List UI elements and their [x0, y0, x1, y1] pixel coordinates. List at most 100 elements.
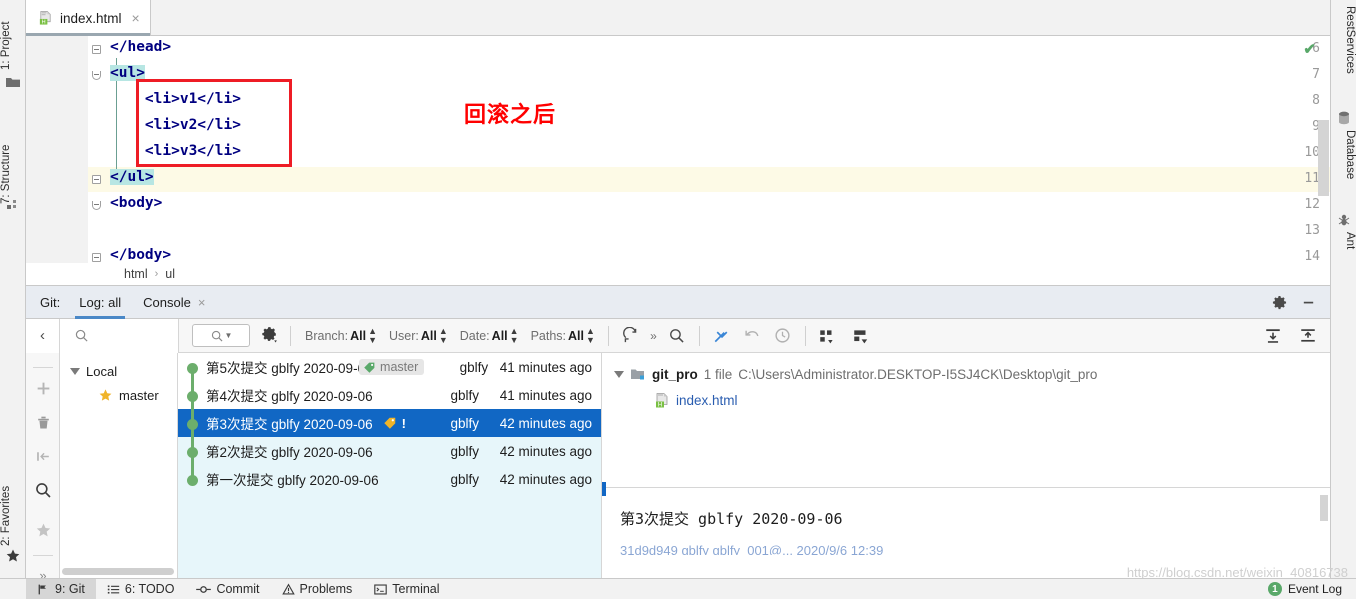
table-row[interactable]: 第3次提交 gblfy 2020-09-06 ! gblfy 42 minute… — [178, 409, 601, 437]
status-bar-item-commit-label: Commit — [216, 582, 260, 596]
status-bar-item-commit[interactable]: Commit — [185, 579, 270, 599]
repo-path: C:\Users\Administrator.DESKTOP-I5SJ4CK\D… — [738, 366, 1098, 382]
branch-filter-panel: » Local master — [26, 353, 178, 583]
code-line-6: </head> — [110, 39, 171, 55]
gear-icon[interactable] — [1272, 295, 1287, 310]
details-layout-button[interactable] — [852, 326, 871, 345]
favorite-button[interactable] — [26, 515, 60, 545]
fold-marker[interactable] — [92, 175, 101, 184]
table-row[interactable]: 第一次提交 gblfy 2020-09-06 gblfy 42 minutes … — [178, 465, 601, 493]
sidebar-item-structure[interactable]: 7: Structure — [0, 122, 26, 204]
tree-node-file[interactable]: H index.html — [654, 392, 738, 409]
refresh-button[interactable] — [621, 326, 640, 345]
tree-node-repository[interactable]: git_pro 1 file C:\Users\Administrator.DE… — [614, 366, 1097, 382]
filter-date[interactable]: Date: All ▲ ▼ — [460, 326, 519, 345]
commit-list-empty-area — [178, 493, 601, 578]
tag-ref-badge[interactable]: ! — [383, 416, 412, 431]
filter-paths[interactable]: Paths: All ▲ ▼ — [531, 326, 595, 345]
filter-settings-button[interactable] — [262, 326, 279, 346]
sidebar-item-project[interactable]: 1: Project — [0, 4, 26, 70]
branch-panel-hscrollbar[interactable] — [62, 568, 174, 575]
minimize-icon[interactable] — [1301, 295, 1316, 310]
code-text: </body> — [110, 247, 172, 263]
divider — [33, 555, 53, 556]
commit-date: 41 minutes ago — [499, 387, 592, 403]
caret-line-highlight — [88, 167, 1330, 192]
triangle-down-icon — [70, 368, 80, 375]
status-bar-item-event-log[interactable]: Event Log — [1288, 582, 1342, 596]
line-number: 14 — [1304, 249, 1320, 263]
editor-scrollbar[interactable] — [1318, 120, 1329, 196]
sidebar-item-restservices[interactable]: RestServices — [1330, 6, 1356, 90]
line-number: 13 — [1304, 223, 1320, 238]
close-icon[interactable]: × — [132, 11, 140, 25]
revert-button[interactable] — [743, 326, 762, 345]
status-bar: 9: Git 6: TODO Commit Problems Terminal … — [0, 578, 1356, 599]
details-scrollbar[interactable] — [1320, 495, 1328, 521]
ant-icon — [1338, 214, 1350, 226]
cherry-pick-button[interactable] — [713, 326, 732, 345]
changed-files-tree[interactable]: git_pro 1 file C:\Users\Administrator.DE… — [602, 353, 1330, 496]
repo-folder-icon — [631, 369, 644, 380]
star-icon — [6, 549, 20, 562]
table-row[interactable]: 第5次提交 gblfy 2020-09-06 master gblfy 41 m… — [178, 353, 601, 381]
breadcrumb-item-html[interactable]: html — [124, 267, 148, 281]
log-filters: Branch: All ▲ ▼ User: All ▲ ▼ Date: All ▲ ▼… — [305, 325, 595, 345]
fold-marker[interactable] — [92, 201, 101, 210]
inspection-ok-icon[interactable]: ✔ — [1303, 40, 1316, 58]
collapse-arrow-icon — [36, 451, 49, 461]
tab-log-all[interactable]: Log: all — [68, 286, 132, 319]
commit-graph-cell — [178, 465, 206, 493]
tab-console[interactable]: Console × — [132, 286, 216, 319]
sidebar-item-database-label: Database — [1344, 130, 1356, 180]
collapse-button[interactable] — [26, 441, 60, 471]
terminal-icon — [374, 583, 388, 595]
sidebar-item-ant-label: Ant — [1344, 232, 1356, 250]
breadcrumb-item-ul[interactable]: ul — [165, 267, 175, 281]
code-editor[interactable]: 6 7 8 9 10 11 12 13 14 </head> <ul> <li>… — [26, 36, 1330, 263]
delete-button[interactable] — [26, 407, 60, 437]
tree-group-local[interactable]: Local — [70, 364, 117, 379]
status-bar-item-todo[interactable]: 6: TODO — [96, 579, 186, 599]
toolbar-divider — [804, 325, 806, 346]
search-button[interactable] — [26, 475, 60, 505]
table-row[interactable]: 第2次提交 gblfy 2020-09-06 gblfy 42 minutes … — [178, 437, 601, 465]
reset-button[interactable] — [773, 326, 792, 345]
table-row[interactable]: 第4次提交 gblfy 2020-09-06 gblfy 41 minutes … — [178, 381, 601, 409]
collapse-sidebar-button[interactable]: ‹ — [26, 318, 60, 353]
status-bar-item-terminal[interactable]: Terminal — [363, 579, 450, 599]
fold-marker[interactable] — [92, 71, 101, 80]
graph-node — [187, 475, 198, 486]
expand-all-button[interactable] — [1263, 326, 1282, 345]
filter-user[interactable]: User: All ▲ ▼ — [389, 325, 448, 345]
commit-subject: 第4次提交 gblfy 2020-09-06 — [206, 389, 373, 404]
commit-author: gblfy — [450, 443, 479, 459]
show-columns-button[interactable] — [818, 326, 837, 345]
filter-branch[interactable]: Branch: All ▲ ▼ — [305, 326, 377, 345]
text-filter-input[interactable]: ▼ — [192, 324, 250, 347]
branch-search-input[interactable] — [60, 318, 179, 353]
editor-gutter — [26, 36, 88, 263]
more-actions-button[interactable]: » — [644, 326, 663, 345]
status-bar-item-problems-label: Problems — [299, 582, 353, 596]
fold-marker[interactable] — [92, 253, 101, 262]
status-bar-item-git[interactable]: 9: Git — [26, 578, 96, 599]
chevron-updown-icon: ▲ ▼ — [438, 325, 448, 345]
branch-ref-badge[interactable]: master — [359, 359, 425, 375]
graph-node — [187, 363, 198, 374]
status-bar-item-problems[interactable]: Problems — [271, 579, 364, 599]
sidebar-item-database[interactable]: Database — [1330, 130, 1356, 192]
sidebar-item-favorites[interactable]: 2: Favorites — [0, 462, 26, 546]
tree-branch-master[interactable]: master — [98, 388, 159, 403]
add-button[interactable] — [26, 373, 60, 403]
tag-ref-label: ! — [401, 415, 406, 431]
fold-marker[interactable] — [92, 45, 101, 54]
commit-list[interactable]: 第5次提交 gblfy 2020-09-06 master gblfy 41 m… — [178, 353, 601, 578]
close-icon[interactable]: × — [198, 295, 206, 310]
editor-tab-index-html[interactable]: H index.html × — [26, 0, 151, 36]
graph-node — [187, 391, 198, 402]
git-window-label: Git: — [40, 294, 61, 310]
sidebar-item-ant[interactable]: Ant — [1330, 232, 1356, 264]
collapse-all-button[interactable] — [1298, 326, 1317, 345]
find-button[interactable] — [667, 326, 686, 345]
